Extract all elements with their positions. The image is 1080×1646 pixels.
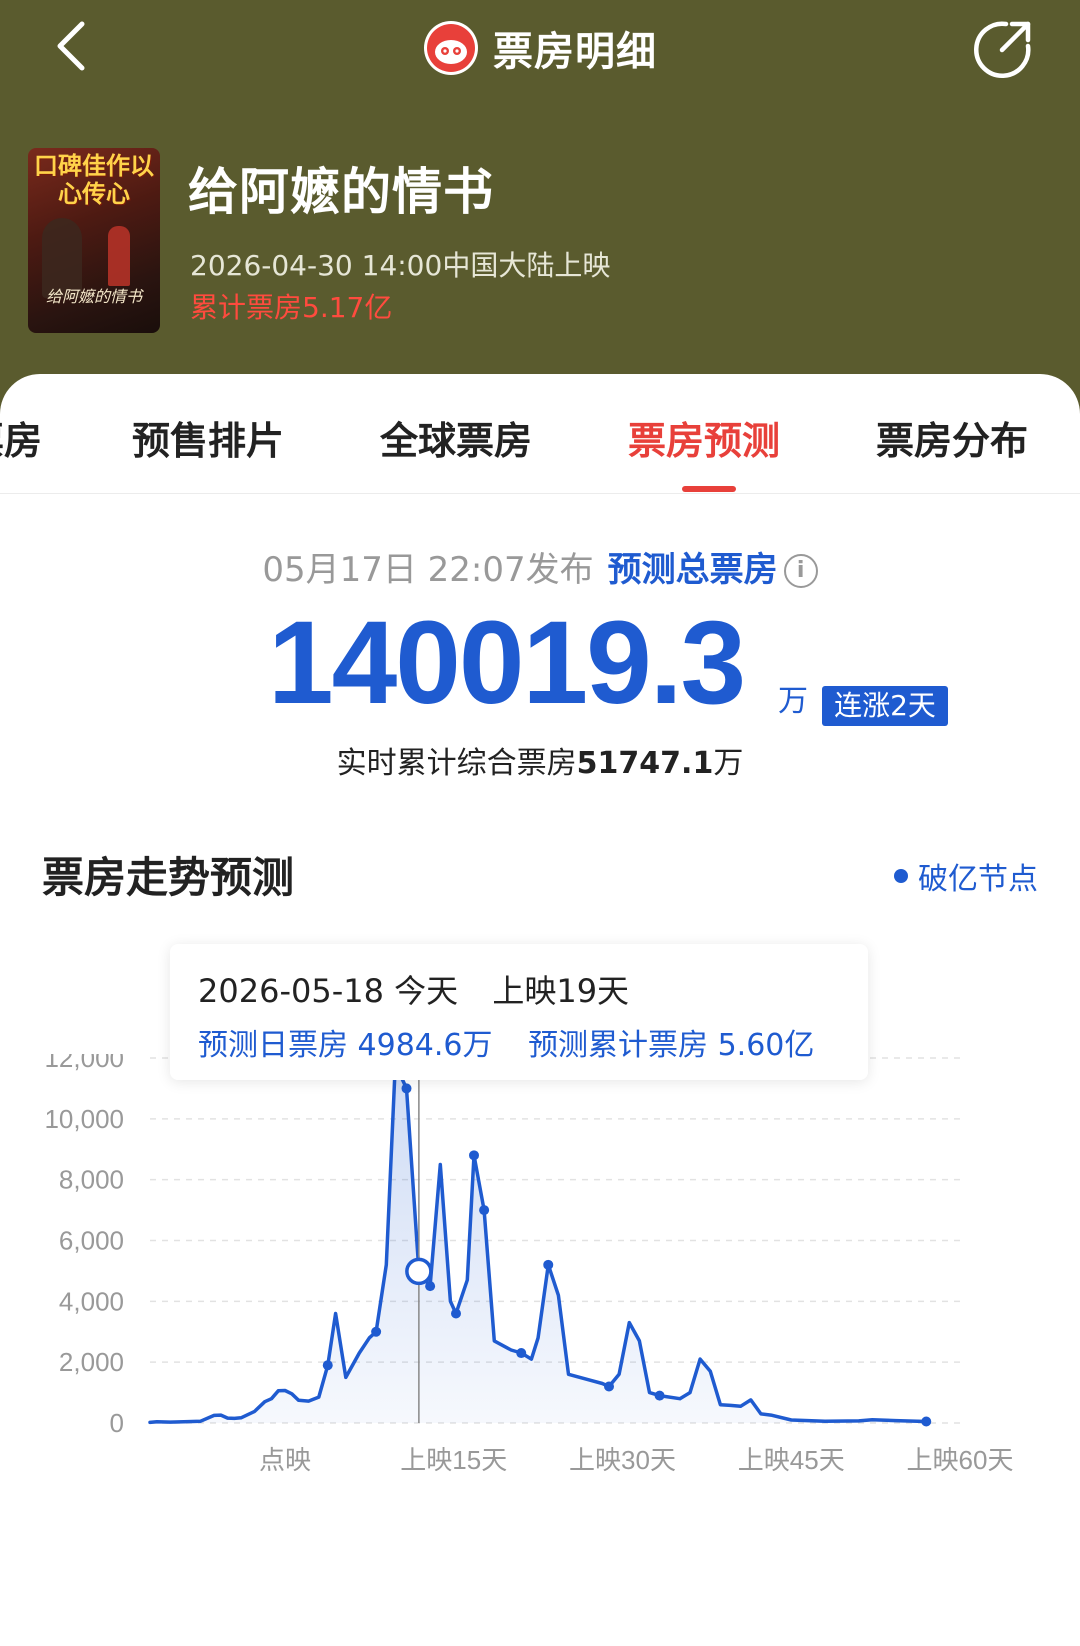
y-tick-label: 4,000 — [59, 1286, 124, 1316]
total-box-office: 累计票房5.17亿 — [190, 291, 393, 324]
milestone-point — [479, 1205, 490, 1216]
tooltip-day: 上映19天 — [492, 972, 630, 1010]
tab-box-office[interactable]: 票房 — [0, 410, 42, 465]
chart-legend[interactable]: 破亿节点 — [894, 854, 1038, 898]
poster-slogan: 口碑佳作以心传心 — [34, 152, 154, 208]
poster-signature: 给阿嬷的情书 — [45, 287, 142, 306]
poster-figure — [108, 226, 130, 286]
movie-poster[interactable]: 口碑佳作以心传心 给阿嬷的情书 — [28, 148, 160, 333]
trend-chart[interactable]: 0 2,000 4,000 6,000 8,000 10,000 12,000 点映 上映15天… — [0, 1054, 1080, 1554]
cat-logo-icon — [424, 21, 478, 75]
y-tick-label: 12,000 — [44, 1054, 124, 1073]
tooltip-today: 今天 — [394, 972, 459, 1010]
movie-name: 给阿嬷的情书 — [188, 163, 494, 221]
chart-tooltip: 2026-05-18 今天 上映19天 预测日票房 4984.6万 预测累计票房… — [170, 944, 868, 1080]
x-tick-label: 上映60天 — [907, 1445, 1014, 1475]
milestone-point — [469, 1150, 479, 1161]
realtime-value: 51747.1 — [576, 746, 714, 781]
x-tick-label: 点映 — [259, 1445, 311, 1475]
tooltip-header: 2026-05-18 今天 上映19天 — [198, 966, 629, 1012]
tooltip-date: 2026-05-18 — [198, 972, 384, 1010]
movie-header: 票房明细 口碑佳作以心传心 给阿嬷的情书 给阿嬷的情书 2026-04-30 1… — [0, 0, 1080, 420]
legend-dot-icon — [894, 869, 908, 883]
realtime-unit: 万 — [713, 746, 744, 781]
tab-active-indicator — [682, 486, 736, 492]
milestone-point — [543, 1259, 554, 1270]
milestone-point — [451, 1308, 461, 1319]
tooltip-values: 预测日票房 4984.6万 预测累计票房 5.60亿 — [198, 1020, 814, 1064]
milestone-point — [516, 1348, 527, 1359]
info-icon[interactable]: i — [783, 554, 818, 588]
x-tick-label: 上映45天 — [738, 1445, 845, 1475]
y-tick-label: 0 — [110, 1408, 124, 1438]
realtime-box-office: 实时累计综合票房51747.1万 — [0, 738, 1080, 782]
y-tick-label: 10,000 — [44, 1104, 124, 1134]
share-icon[interactable] — [972, 16, 1036, 80]
highlight-point — [405, 1257, 433, 1286]
forecast-title: 预测总票房 — [607, 550, 778, 590]
legend-label: 破亿节点 — [918, 862, 1038, 897]
tooltip-daily: 预测日票房 4984.6万 — [198, 1028, 493, 1063]
milestone-point — [604, 1381, 614, 1392]
series-area — [150, 1064, 927, 1423]
tooltip-cumulative: 预测累计票房 5.60亿 — [528, 1028, 815, 1063]
y-tick-label: 6,000 — [59, 1226, 124, 1256]
milestone-point — [921, 1416, 932, 1427]
tab-bar: 票房 预售排片 全球票房 票房预测 票房分布 — [0, 374, 1080, 494]
rise-badge: 连涨2天 — [822, 686, 948, 726]
trend-title: 票房走势预测 — [42, 853, 295, 902]
milestone-point — [401, 1083, 412, 1094]
page-title: 票房明细 — [493, 29, 657, 75]
y-tick-label: 8,000 — [59, 1165, 124, 1195]
tab-global[interactable]: 全球票房 — [380, 410, 532, 465]
x-tick-label: 上映15天 — [400, 1445, 507, 1475]
x-tick-label: 上映30天 — [569, 1445, 676, 1475]
tab-forecast[interactable]: 票房预测 — [628, 410, 780, 465]
tab-distribution[interactable]: 票房分布 — [876, 410, 1028, 465]
forecast-total-value: 140019.3 — [268, 597, 746, 729]
forecast-unit: 万 — [778, 684, 808, 719]
milestone-point — [322, 1360, 333, 1371]
milestone-point — [371, 1326, 382, 1337]
realtime-label: 实时累计综合票房 — [336, 746, 577, 781]
y-tick-label: 2,000 — [59, 1347, 124, 1377]
forecast-publish-line: 05月17日 22:07发布 预测总票房 i — [0, 542, 1080, 591]
milestone-point — [654, 1390, 665, 1401]
publish-time: 05月17日 22:07发布 — [262, 550, 594, 590]
content-card: 票房 预售排片 全球票房 票房预测 票房分布 05月17日 22:07发布预测总… — [0, 374, 1080, 1646]
tab-presale[interactable]: 预售排片 — [132, 410, 284, 465]
title-bar: 票房明细 — [0, 14, 1080, 82]
release-info: 2026-04-30 14:00中国大陆上映 — [190, 249, 611, 282]
